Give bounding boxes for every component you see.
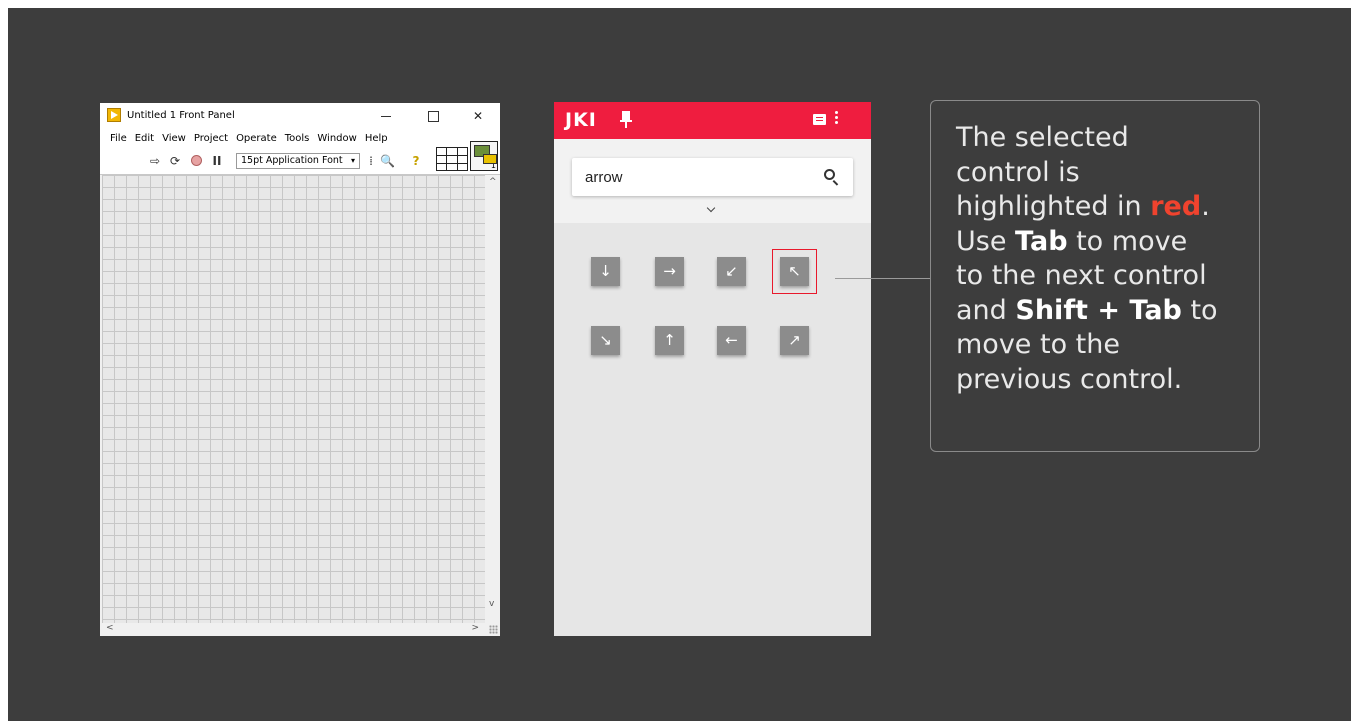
menu-help[interactable]: Help <box>361 129 392 149</box>
arrow-up-right-button[interactable]: ↗ <box>780 326 809 355</box>
callout-line-2: control is <box>956 156 1080 188</box>
feedback-chat-icon[interactable] <box>813 114 826 125</box>
arrow-up-left-button-selected[interactable]: ↖ <box>772 249 817 294</box>
jki-header-bar: JKI <box>554 102 871 139</box>
horizontal-scrollbar[interactable]: < > <box>100 623 485 636</box>
pin-icon[interactable] <box>620 111 632 129</box>
jki-quick-drop-panel: JKI arrow ↓ → ↙ ↖ ↘ ↑ ← ↗ <box>554 102 871 636</box>
menu-bar: File Edit View Project Operate Tools Win… <box>100 129 500 149</box>
menu-edit[interactable]: Edit <box>131 129 158 149</box>
callout-line-5: to the next control <box>956 260 1207 291</box>
abort-execution-icon[interactable] <box>190 154 204 168</box>
scroll-up-icon[interactable]: ^ <box>489 177 497 187</box>
search-input-value: arrow <box>585 169 623 186</box>
maximize-button[interactable] <box>419 106 447 126</box>
run-arrow-icon[interactable]: ⇨ <box>148 154 162 168</box>
menu-file[interactable]: File <box>106 129 131 149</box>
callout-line-6: and Shift + Tab to <box>956 294 1218 326</box>
run-continuously-icon[interactable]: ⟳ <box>168 154 182 168</box>
scroll-right-icon[interactable]: > <box>471 623 479 633</box>
menu-view[interactable]: View <box>158 129 190 149</box>
title-bar[interactable]: Untitled 1 Front Panel ✕ <box>100 103 500 129</box>
resize-grip-icon[interactable] <box>489 625 498 634</box>
arrow-down-right-button[interactable]: ↘ <box>591 326 620 355</box>
arrow-left-button[interactable]: ← <box>717 326 746 355</box>
chevron-down-icon: ▾ <box>350 156 355 165</box>
front-panel-grid-canvas[interactable] <box>102 175 485 623</box>
vertical-scrollbar[interactable]: ^ v <box>485 175 500 623</box>
close-button[interactable]: ✕ <box>464 106 492 126</box>
arrow-down-left-button[interactable]: ↙ <box>717 257 746 286</box>
context-help-icon[interactable]: ? <box>409 154 423 168</box>
callout-line-4: Use Tab to move <box>956 225 1188 257</box>
vi-icon[interactable]: 1 <box>470 141 498 171</box>
pause-icon[interactable]: II <box>210 154 224 168</box>
menu-window[interactable]: Window <box>313 129 360 149</box>
callout-connector-line <box>835 278 930 279</box>
connector-pane-icon[interactable] <box>436 147 468 171</box>
scroll-left-icon[interactable]: < <box>106 623 114 633</box>
labview-app-icon <box>107 108 121 122</box>
window-title: Untitled 1 Front Panel <box>127 110 235 121</box>
callout-box: The selected control is highlighted in r… <box>930 100 1260 452</box>
callout-shift-tab-key: Shift + Tab <box>1015 294 1182 326</box>
expand-chevron-icon[interactable] <box>705 204 717 214</box>
align-objects-icon[interactable]: ⁞ <box>364 154 378 168</box>
labview-front-panel-window: Untitled 1 Front Panel ✕ File Edit View … <box>100 103 500 636</box>
arrow-up-button[interactable]: ↑ <box>655 326 684 355</box>
scroll-down-icon[interactable]: v <box>489 599 494 609</box>
minimize-button[interactable] <box>372 106 400 126</box>
callout-line-1: The selected <box>956 122 1129 153</box>
toolbar: ⇨ ⟳ II 15pt Application Font ▾ ⁞ 🔍 ? 1 <box>100 141 500 175</box>
font-select[interactable]: 15pt Application Font ▾ <box>236 153 360 169</box>
callout-tab-key: Tab <box>1015 225 1068 257</box>
menu-tools[interactable]: Tools <box>281 129 314 149</box>
search-input[interactable]: arrow <box>572 158 853 196</box>
search-icon[interactable] <box>824 169 835 180</box>
callout-line-8: previous control. <box>956 363 1183 395</box>
font-select-label: 15pt Application Font <box>241 155 343 166</box>
callout-line-7: move to the <box>956 329 1120 360</box>
callout-line-3: highlighted in red. <box>956 191 1210 222</box>
more-vert-icon[interactable] <box>835 111 839 129</box>
vi-icon-number: 1 <box>490 161 496 170</box>
menu-project[interactable]: Project <box>190 129 232 149</box>
jki-logo: JKI <box>565 109 597 131</box>
search-area: arrow <box>554 139 871 223</box>
arrow-down-button[interactable]: ↓ <box>591 257 620 286</box>
arrow-right-button[interactable]: → <box>655 257 684 286</box>
search-icon[interactable]: 🔍 <box>380 154 395 168</box>
callout-red-word: red <box>1150 191 1202 222</box>
menu-operate[interactable]: Operate <box>232 129 281 149</box>
